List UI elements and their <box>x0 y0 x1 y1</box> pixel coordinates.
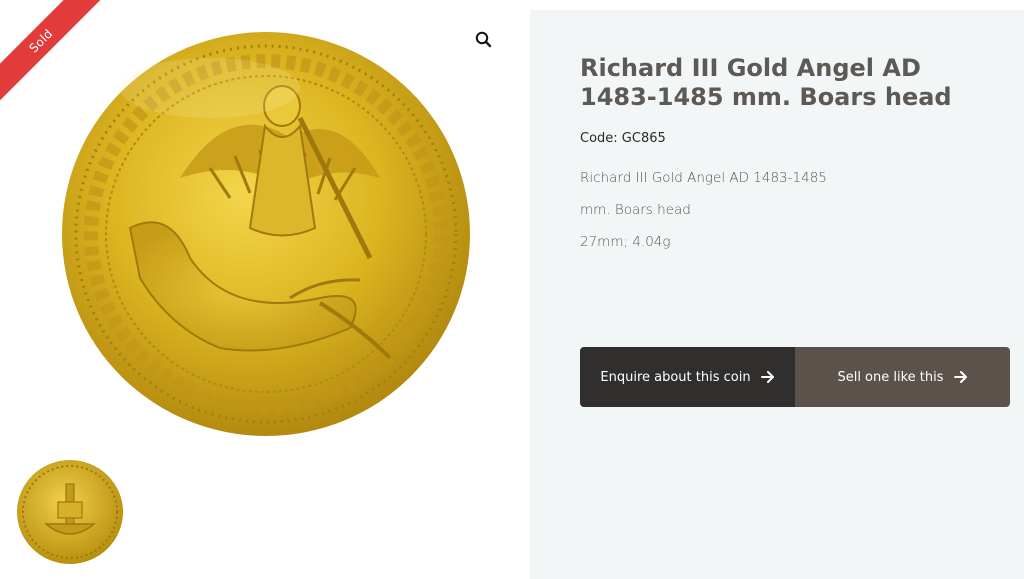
product-title: Richard III Gold Angel AD 1483-1485 mm. … <box>580 54 952 111</box>
product-code: Code: GC865 <box>580 131 666 146</box>
arrow-right-icon <box>760 371 774 383</box>
product-info-panel: Richard III Gold Angel AD 1483-1485 mm. … <box>530 10 1024 579</box>
magnifier-icon <box>475 31 492 48</box>
main-coin-image[interactable] <box>60 28 472 438</box>
product-gallery: Sold <box>0 0 530 579</box>
zoom-button[interactable] <box>470 26 498 54</box>
description-line: mm. Boars head <box>580 202 691 218</box>
thumbnail-coin-image[interactable] <box>16 458 124 566</box>
sell-button-label: Sell one like this <box>837 369 944 385</box>
description-line: Richard III Gold Angel AD 1483-1485 <box>580 170 827 186</box>
sell-button[interactable]: Sell one like this <box>795 347 1010 407</box>
enquire-button[interactable]: Enquire about this coin <box>580 347 795 407</box>
action-buttons: Enquire about this coin Sell one like th… <box>580 347 1010 407</box>
product-description: Richard III Gold Angel AD 1483-1485 mm. … <box>580 168 827 264</box>
description-line: 27mm; 4.04g <box>580 234 671 250</box>
arrow-right-icon <box>953 371 967 383</box>
enquire-button-label: Enquire about this coin <box>600 369 751 385</box>
